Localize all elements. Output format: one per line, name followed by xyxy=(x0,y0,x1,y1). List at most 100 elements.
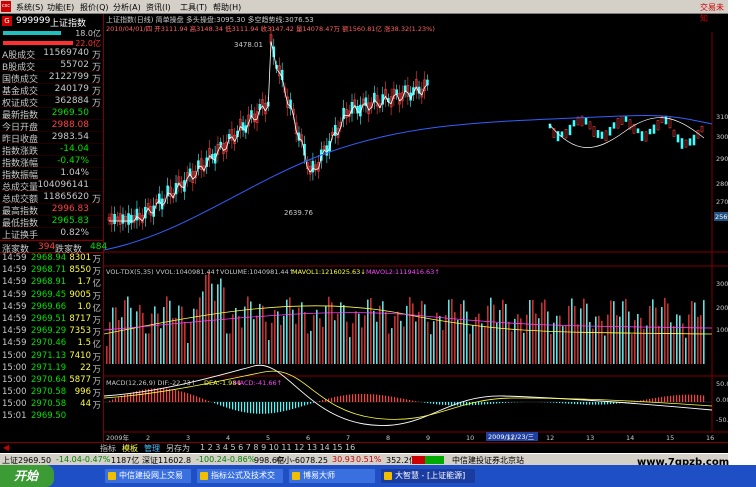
volume-bar xyxy=(346,321,348,364)
macd-histogram-bar xyxy=(694,394,696,402)
quote-value: 0.82% xyxy=(60,228,89,238)
volume-bar xyxy=(700,315,702,364)
volume-bar xyxy=(196,309,198,364)
volume-bar xyxy=(670,322,672,364)
volume-bar xyxy=(433,321,435,364)
task-boyi-master[interactable]: 博易大师 xyxy=(288,468,376,484)
candle-body xyxy=(325,145,329,156)
volume-bar xyxy=(148,333,150,364)
macd-histogram-bar xyxy=(481,402,483,405)
x-axis-label: 15 xyxy=(666,434,674,442)
volume-bar xyxy=(685,337,687,364)
task-label: 大智慧 - [上证能源] xyxy=(395,471,466,480)
quote-row: 最高指数 2996.83 xyxy=(0,204,103,217)
tab-number-list: 1 2 3 4 5 6 7 8 9 10 11 12 13 14 15 16 xyxy=(200,443,356,452)
x-axis-label: 14 xyxy=(626,434,634,442)
macd-histogram-bar xyxy=(385,395,387,402)
volume-bar xyxy=(250,301,252,364)
tick-time: 15:00 xyxy=(2,362,27,373)
macd-histogram-bar xyxy=(232,402,234,410)
volume-bar xyxy=(595,316,597,364)
quote-row: 总成交量 104096141 xyxy=(0,180,103,193)
quote-value: 2965.83 xyxy=(51,216,89,226)
start-button[interactable]: 开始 xyxy=(0,465,54,487)
macd-histogram-bar xyxy=(400,398,402,402)
quote-row: 最新指数 2969.50 xyxy=(0,108,103,121)
indicator-tab-bar: ◀ 指标 模板 管理 另存为 1 2 3 4 5 6 7 8 9 10 11 1… xyxy=(0,442,728,453)
macd-histogram-bar xyxy=(703,395,705,402)
menu-news[interactable]: 资讯(I) xyxy=(146,2,171,13)
volume-bar xyxy=(187,343,189,364)
volume-bar xyxy=(133,327,135,364)
volume-bar xyxy=(514,318,516,364)
menu-tools[interactable]: 工具(T) xyxy=(180,2,207,13)
vol-header-c: MAVOL1:1216025.63↓ xyxy=(292,268,366,276)
task-dazhihui[interactable]: 大智慧 - [上证能源] xyxy=(380,468,476,484)
macd-histogram-bar xyxy=(172,389,174,402)
volume-bar xyxy=(355,311,357,364)
macd-histogram-bar xyxy=(562,402,564,404)
task-zxjt-trade[interactable]: 中信建投网上交易 xyxy=(104,468,192,484)
tick-volume: 1.5 xyxy=(77,338,91,349)
macd-header-c: MACD:-41.66↑ xyxy=(234,379,282,387)
x-axis-label: 13 xyxy=(586,434,594,442)
chart-header-line2: 2010/04/01/四 开3111.94 高3148.34 低3111.94 … xyxy=(106,24,435,33)
menu-quote[interactable]: 报价(Q) xyxy=(80,2,109,13)
menu-function[interactable]: 功能(E) xyxy=(47,2,74,13)
quote-value: 2983.54 xyxy=(51,132,89,142)
volume-bar xyxy=(373,310,375,364)
macd-histogram-bar xyxy=(559,402,561,404)
tick-time: 14:59 xyxy=(2,289,27,300)
task-label: 博易大师 xyxy=(303,471,335,480)
volume-bar xyxy=(460,304,462,364)
security-code[interactable]: 999999 xyxy=(16,16,50,26)
menu-system[interactable]: 系统(S) xyxy=(16,2,43,13)
app-icon xyxy=(292,472,300,480)
macd-histogram-bar xyxy=(397,397,399,402)
volume-bar xyxy=(238,315,240,364)
task-indicator-formula[interactable]: 指标公式及技术交 xyxy=(196,468,284,484)
volume-bar xyxy=(160,328,162,364)
volume-bar xyxy=(322,326,324,364)
kline-chart-area[interactable]: 上证指数(日线) 简单操盘 多头操盘:3095.30 多空趋势线:3076.53… xyxy=(104,14,728,442)
volume-bar xyxy=(319,318,321,364)
volume-bar xyxy=(541,302,543,364)
macd-histogram-bar xyxy=(679,394,681,402)
volume-bar xyxy=(244,306,246,364)
macd-histogram-bar xyxy=(190,394,192,402)
macd-histogram-bar xyxy=(436,402,438,405)
tab-left-arrow-icon[interactable]: ◀ xyxy=(3,443,9,452)
macd-histogram-bar xyxy=(676,395,678,402)
candle-body xyxy=(584,117,588,125)
volume-bar xyxy=(358,313,360,364)
macd-histogram-bar xyxy=(427,402,429,404)
candle-body xyxy=(560,131,564,137)
macd-histogram-bar xyxy=(493,402,495,404)
volume-bar xyxy=(502,299,504,364)
candle-body xyxy=(672,129,676,137)
volume-bar xyxy=(454,312,456,364)
volume-bar xyxy=(256,315,258,364)
x-axis-label: 5 xyxy=(266,434,270,442)
volume-bars xyxy=(104,271,713,364)
volume-bar xyxy=(349,337,351,364)
tick-row: 14:59 2969.45 9005 万 xyxy=(0,290,103,302)
tick-row: 14:59 2969.29 7353 万 xyxy=(0,326,103,338)
macd-histogram-bar xyxy=(256,402,258,414)
tick-time: 15:00 xyxy=(2,387,27,398)
volume-bar xyxy=(553,322,555,364)
volume-bar xyxy=(592,328,594,364)
menu-help[interactable]: 帮助(H) xyxy=(213,2,241,13)
menu-analysis[interactable]: 分析(A) xyxy=(113,2,141,13)
quote-value: 1.04% xyxy=(60,168,89,178)
volume-bar xyxy=(679,315,681,364)
volume-bar xyxy=(163,307,165,364)
volume-bar xyxy=(463,300,465,364)
tick-volume: 8550 xyxy=(69,265,91,276)
macd-histogram-bar xyxy=(202,398,204,402)
quote-row: A股成交 11569740 万 xyxy=(0,48,103,61)
security-header: G 999999 上证指数 xyxy=(0,14,103,29)
volume-bar xyxy=(166,296,168,364)
volume-bar xyxy=(457,319,459,364)
tick-volume: 8717 xyxy=(69,313,91,324)
